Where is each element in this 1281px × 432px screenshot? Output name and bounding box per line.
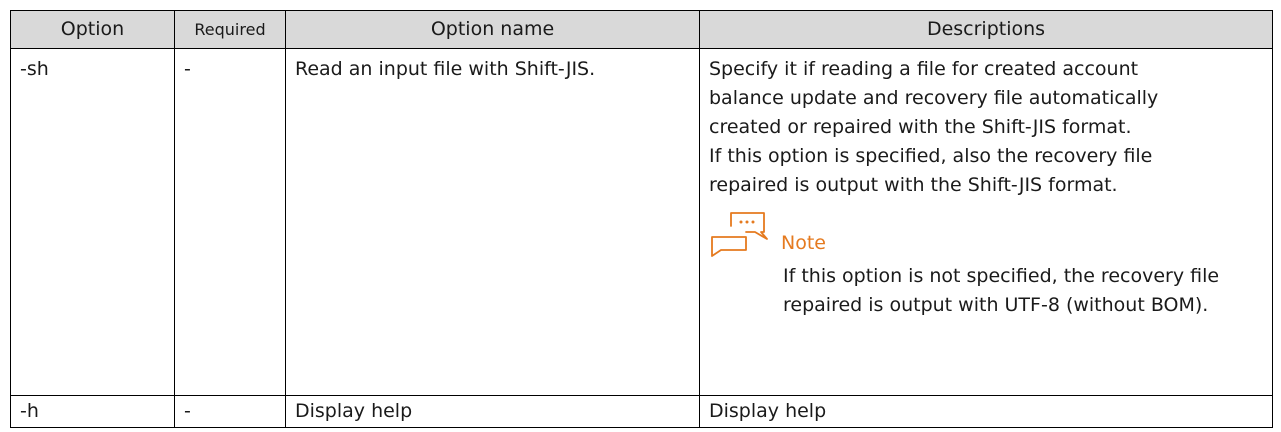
cell-required: - bbox=[174, 48, 286, 396]
description-line: created or repaired with the Shift-JIS f… bbox=[709, 116, 1132, 138]
cell-option-name: Read an input file with Shift-JIS. bbox=[285, 48, 700, 396]
note-icon bbox=[709, 210, 771, 260]
note-header: Note bbox=[709, 210, 1264, 260]
options-table: Option Required Option name Descriptions… bbox=[10, 10, 1273, 428]
note-title: Note bbox=[781, 232, 826, 254]
header-row: Option Required Option name Descriptions bbox=[10, 10, 1273, 49]
cell-option: -sh bbox=[10, 48, 175, 396]
header-option: Option bbox=[10, 10, 175, 49]
description-line: balance update and recovery file automat… bbox=[709, 87, 1159, 109]
description-line: repaired is output with the Shift-JIS fo… bbox=[709, 174, 1118, 196]
header-descriptions: Descriptions bbox=[699, 10, 1273, 49]
table-row: -h - Display help Display help bbox=[10, 395, 1273, 428]
description-line: Specify it if reading a file for created… bbox=[709, 58, 1139, 80]
cell-option-name: Display help bbox=[285, 395, 700, 428]
cell-required: - bbox=[174, 395, 286, 428]
header-required: Required bbox=[174, 10, 286, 49]
cell-description: Display help bbox=[699, 395, 1273, 428]
cell-description: Specify it if reading a file for created… bbox=[699, 48, 1273, 396]
description-line: If this option is specified, also the re… bbox=[709, 145, 1153, 167]
table-row: -sh - Read an input file with Shift-JIS.… bbox=[10, 48, 1273, 396]
note-text: If this option is not specified, the rec… bbox=[783, 265, 1220, 316]
header-option-name: Option name bbox=[285, 10, 700, 49]
note-box: Note If this option is not specified, th… bbox=[709, 210, 1264, 320]
cell-option: -h bbox=[10, 395, 175, 428]
